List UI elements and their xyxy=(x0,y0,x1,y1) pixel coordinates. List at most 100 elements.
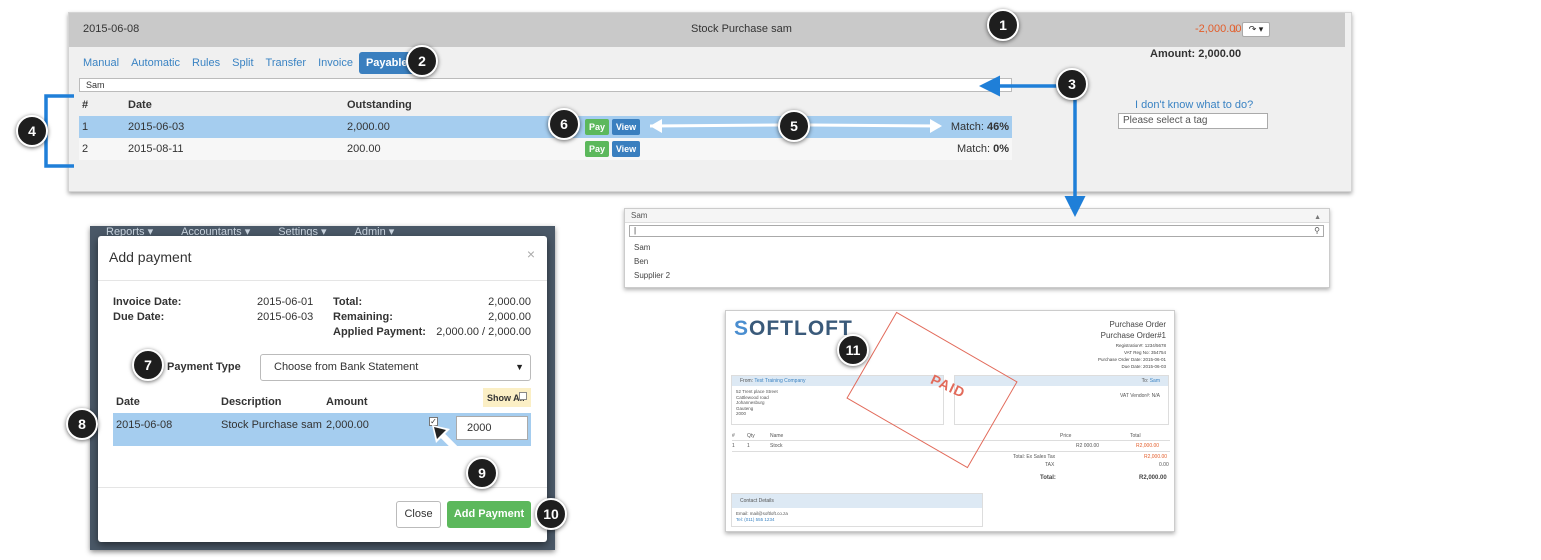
col-outstanding-header: Outstanding xyxy=(347,99,412,111)
dropdown-option[interactable]: Supplier 2 xyxy=(634,271,670,280)
statement-checkbox[interactable]: ✓ xyxy=(429,417,438,426)
tab-split[interactable]: Split xyxy=(226,52,259,74)
tab-invoice[interactable]: Invoice xyxy=(312,52,359,74)
reconcile-tabs: Manual Automatic Rules Split Transfer In… xyxy=(77,52,415,74)
statement-col-description: Description xyxy=(221,396,282,408)
step-badge-1: 1 xyxy=(987,9,1019,41)
remaining-value: 2,000.00 xyxy=(488,311,531,323)
transaction-description: Stock Purchase sam xyxy=(691,23,792,35)
amount-value: 2,000.00 xyxy=(1198,48,1242,60)
softloft-logo: SOFTLOFT xyxy=(734,317,853,340)
close-button[interactable]: Close xyxy=(396,501,441,528)
dropdown-selected[interactable]: Sam ▲ xyxy=(625,209,1329,223)
amount-summary: Amount: 2,000.00 xyxy=(1150,48,1241,60)
transaction-panel: 2015-06-08 Stock Purchase sam -2,000.00 … xyxy=(68,12,1352,192)
close-icon[interactable]: × xyxy=(527,246,535,262)
statement-amount: 2,000.00 xyxy=(326,419,369,431)
view-button[interactable]: View xyxy=(612,119,640,135)
arrow-down-icon: ↓ xyxy=(1232,21,1238,35)
payment-type-select[interactable]: Choose from Bank Statement ▼ xyxy=(260,354,531,381)
step-badge-3: 3 xyxy=(1056,68,1088,100)
row-date: 2015-08-11 xyxy=(128,143,184,155)
transaction-header: 2015-06-08 Stock Purchase sam -2,000.00 … xyxy=(69,13,1345,47)
po-total-label: Total: xyxy=(1040,475,1056,481)
applied-payment-value: 2,000.00 / 2,000.00 xyxy=(436,326,531,338)
tab-transfer[interactable]: Transfer xyxy=(260,52,313,74)
po-reg: Registration#: 1234/5678 xyxy=(1115,343,1166,348)
col-index-header: # xyxy=(82,99,89,111)
po-total-ex-label: Total: Ex Sales Tax xyxy=(1013,454,1056,460)
dropdown-search-input[interactable]: | ⚲ xyxy=(629,225,1324,237)
dont-know-link[interactable]: I don't know what to do? xyxy=(1135,99,1253,111)
total-value: 2,000.00 xyxy=(488,296,531,308)
po-tax-label: TAX xyxy=(1045,462,1055,468)
step-badge-4: 4 xyxy=(16,115,48,147)
step-badge-6: 6 xyxy=(548,108,580,140)
row-index: 2 xyxy=(82,143,89,155)
modal-title: Add payment xyxy=(109,249,192,265)
payment-type-value: Choose from Bank Statement xyxy=(274,361,419,373)
step-badge-10: 10 xyxy=(535,498,567,530)
statement-row[interactable]: 2015-06-08 Stock Purchase sam 2,000.00 ✓… xyxy=(113,413,531,446)
divider xyxy=(98,280,547,281)
step-badge-2: 2 xyxy=(406,45,438,77)
row-index: 1 xyxy=(82,121,89,133)
tab-automatic[interactable]: Automatic xyxy=(125,52,186,74)
po-number: Purchase Order#1 xyxy=(1100,331,1166,340)
dropdown-option[interactable]: Sam xyxy=(634,243,650,252)
row-date: 2015-06-03 xyxy=(128,121,185,133)
caret-down-icon: ▼ xyxy=(515,362,524,372)
due-date-value: 2015-06-03 xyxy=(257,311,314,323)
match-label: Match: xyxy=(950,121,984,133)
show-all-checkbox[interactable] xyxy=(519,392,527,400)
po-due-date: Due Date: 2015-06-03 xyxy=(1121,364,1166,369)
dropdown-selected-value: Sam xyxy=(631,211,648,220)
add-payment-button[interactable]: Add Payment xyxy=(447,501,531,528)
tag-select[interactable]: Please select a tag xyxy=(1118,113,1268,129)
statement-date: 2015-06-08 xyxy=(116,419,173,431)
remaining-label: Remaining: xyxy=(333,311,393,323)
table-row[interactable]: 1 2015-06-03 2,000.00 Pay View Match: 46… xyxy=(79,116,1012,138)
step-badge-5: 5 xyxy=(778,110,810,142)
supplier-select[interactable]: Sam xyxy=(79,78,1012,92)
pay-button[interactable]: Pay xyxy=(585,141,609,157)
step-badge-8: 8 xyxy=(66,408,98,440)
total-label: Total: xyxy=(333,296,363,308)
po-order-date: Purchase Order Date: 2015-06-01 xyxy=(1097,357,1166,362)
tab-rules[interactable]: Rules xyxy=(186,52,226,74)
applied-payment-label: Applied Payment: xyxy=(333,326,426,338)
tab-manual[interactable]: Manual xyxy=(77,52,125,74)
payment-amount-input[interactable]: 2000 xyxy=(456,416,528,440)
col-date-header: Date xyxy=(128,99,152,111)
step-badge-11: 11 xyxy=(837,334,869,366)
match-score: Match: 0% xyxy=(957,143,1009,155)
add-payment-modal: Add payment × Invoice Date: 2015-06-01 D… xyxy=(98,236,547,542)
po-contact-box: Contact Details Email: mail@softloft.co.… xyxy=(731,493,983,527)
dropdown-option[interactable]: Ben xyxy=(634,257,648,266)
show-all-toggle[interactable]: Show All xyxy=(483,388,531,407)
transaction-date: 2015-06-08 xyxy=(83,23,140,35)
invoice-date-value: 2015-06-01 xyxy=(257,296,314,308)
statement-col-amount: Amount xyxy=(326,396,368,408)
dropdown-search-value: | xyxy=(634,226,637,235)
table-row[interactable]: 2 2015-08-11 200.00 Pay View Match: 0% xyxy=(79,138,1012,160)
step-badge-7: 7 xyxy=(132,349,164,381)
transaction-actions-dropdown[interactable]: ↷ ▾ xyxy=(1242,22,1270,37)
table-header: # Date Outstanding xyxy=(79,94,1012,116)
supplier-dropdown-panel: Sam ▲ | ⚲ Sam Ben Supplier 2 xyxy=(624,208,1330,288)
pay-button[interactable]: Pay xyxy=(585,119,609,135)
step-badge-9: 9 xyxy=(466,457,498,489)
invoice-date-label: Invoice Date: xyxy=(113,296,182,308)
caret-up-icon: ▲ xyxy=(1314,214,1321,221)
match-percent: 46% xyxy=(986,121,1009,133)
po-title: Purchase Order xyxy=(1109,320,1166,329)
statement-col-date: Date xyxy=(116,396,140,408)
po-total-value: R2,000.00 xyxy=(1139,475,1167,481)
po-tax-value: 0.00 xyxy=(1159,462,1169,468)
match-score: Match: 46% xyxy=(951,121,1009,133)
po-total-ex-value: R2,000.00 xyxy=(1144,454,1168,460)
po-contact-header: Contact Details xyxy=(732,494,982,508)
view-button[interactable]: View xyxy=(612,141,640,157)
po-contact-details: Email: mail@softloft.co.za Tel: (011) 55… xyxy=(736,511,788,522)
payment-type-label: Payment Type xyxy=(167,361,241,373)
